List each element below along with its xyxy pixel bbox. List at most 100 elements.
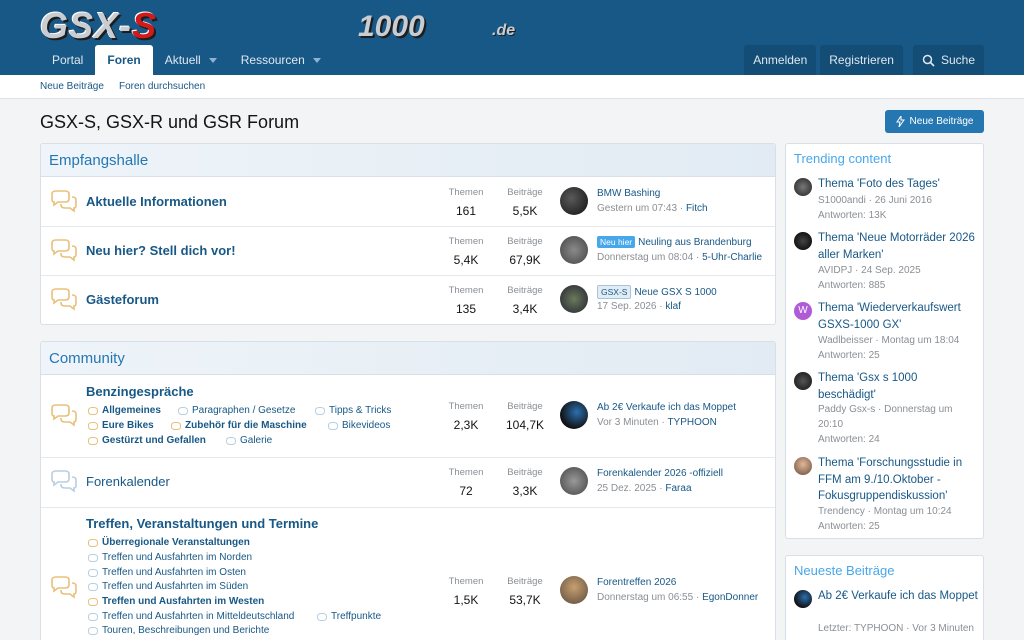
category-empfangshalle: Empfangshalle Aktuelle Informationen The…	[40, 143, 776, 325]
subforum-link[interactable]: Allgemeines	[88, 405, 161, 416]
subforum-link[interactable]: Galerie	[226, 435, 272, 446]
main-nav: Portal Foren Aktuell Ressourcen	[40, 45, 333, 75]
subforum-icon	[317, 612, 327, 621]
forum-title[interactable]: Benzingespräche	[86, 384, 194, 399]
trending-meta: S1000andi · 26 Juni 2016	[818, 195, 932, 206]
forum-title[interactable]: Treffen, Veranstaltungen und Termine	[86, 516, 318, 531]
chevron-down-icon[interactable]	[208, 57, 217, 63]
category-title[interactable]: Community	[41, 342, 775, 375]
category-title[interactable]: Empfangshalle	[41, 144, 775, 177]
subforum-icon	[88, 553, 98, 562]
forum-read-icon	[51, 576, 77, 599]
login-button[interactable]: Anmelden	[744, 45, 817, 75]
widget-title[interactable]: Trending content	[786, 144, 983, 172]
tab-portal[interactable]: Portal	[40, 45, 95, 75]
last-post-user[interactable]: klaf	[665, 301, 681, 312]
avatar[interactable]	[794, 372, 812, 390]
search-button[interactable]: Suche	[912, 45, 984, 75]
trending-replies: Antworten: 13K	[818, 210, 887, 221]
avatar[interactable]	[560, 467, 588, 495]
trending-title[interactable]: Thema 'Foto des Tages'	[818, 176, 978, 193]
avatar[interactable]	[560, 187, 588, 215]
threads-stat: Themen 135	[448, 285, 484, 316]
subforum-link[interactable]: Touren, Beschreibungen und Berichte	[88, 625, 269, 636]
last-post-user[interactable]: Faraa	[665, 483, 691, 494]
subforum-link[interactable]: Tipps & Tricks	[315, 405, 391, 416]
subforum-icon	[88, 597, 98, 606]
subforum-link[interactable]: Treffen und Ausfahrten im Westen	[88, 596, 264, 607]
subforum-link[interactable]: Treffen und Ausfahrten in Mitteldeutschl…	[88, 611, 294, 622]
posts-stat: Beiträge 104,7K	[505, 401, 545, 432]
avatar[interactable]	[794, 232, 812, 250]
last-post-title[interactable]: Neu hier Neuling aus Brandenburg	[597, 236, 752, 248]
forum-read-icon	[51, 404, 77, 427]
avatar[interactable]	[794, 590, 812, 608]
subforum-link[interactable]: Treffen und Ausfahrten im Norden	[88, 552, 252, 563]
forum-node: Aktuelle Informationen Themen 161 Beiträg…	[41, 178, 775, 227]
trending-title[interactable]: Thema 'Neue Motorräder 2026 aller Marken…	[818, 230, 978, 263]
last-post-title[interactable]: Forenkalender 2026 -offiziell	[597, 468, 723, 479]
tab-foren[interactable]: Foren	[95, 45, 153, 75]
latest-title[interactable]: Ab 2€ Verkaufe ich das Moppet	[818, 588, 978, 605]
latest-posts-widget: Neueste Beiträge Ab 2€ Verkaufe ich das …	[785, 555, 984, 640]
forum-title[interactable]: Forenkalender	[86, 474, 170, 489]
chevron-down-icon[interactable]	[312, 57, 321, 63]
subforum-icon	[88, 538, 98, 547]
avatar[interactable]	[794, 457, 812, 475]
trending-title[interactable]: Thema 'Wiederverkaufswert GSXS-1000 GX'	[818, 300, 978, 333]
subforum-link[interactable]: Treffen und Ausfahrten im Süden	[88, 581, 248, 592]
logo-text-number: 1000	[358, 10, 425, 43]
sub-nav: Neue Beiträge Foren durchsuchen	[0, 75, 1024, 99]
avatar[interactable]	[560, 285, 588, 313]
last-post-user[interactable]: TYPHOON	[667, 417, 716, 428]
last-post-meta: 17 Sep. 2026 · klaf	[597, 301, 681, 312]
subforum-link[interactable]: Treffen und Ausfahrten im Osten	[88, 567, 246, 578]
trending-title[interactable]: Thema 'Gsx s 1000 beschädigt'	[818, 370, 978, 403]
trending-replies: Antworten: 885	[818, 280, 886, 291]
subforum-link[interactable]: Zubehör für die Maschine	[171, 420, 307, 431]
avatar-letter[interactable]: W	[794, 302, 812, 320]
last-post-title[interactable]: GSX-S Neue GSX S 1000	[597, 285, 717, 299]
register-button[interactable]: Registrieren	[820, 45, 903, 75]
avatar[interactable]	[560, 401, 588, 429]
avatar[interactable]	[560, 236, 588, 264]
subforum-link[interactable]: Treffpunkte	[317, 611, 381, 622]
subforum-link[interactable]: Paragraphen / Gesetze	[178, 405, 295, 416]
threads-stat: Themen 1,5K	[448, 576, 484, 607]
last-post-meta: Vor 3 Minuten · TYPHOON	[597, 417, 717, 428]
site-logo[interactable]: GSX-S 1000 .de	[40, 5, 520, 46]
last-post-title[interactable]: BMW Bashing	[597, 188, 660, 199]
trending-meta: Wadlbeisser · Montag um 18:04	[818, 335, 960, 346]
forum-node: Benzingespräche Allgemeines Paragraphen …	[41, 376, 775, 458]
last-post-meta: 25 Dez. 2025 · Faraa	[597, 483, 692, 494]
tab-ressourcen[interactable]: Ressourcen	[229, 45, 333, 75]
trending-replies: Antworten: 24	[818, 434, 880, 445]
last-post-user[interactable]: EgonDonner	[702, 592, 758, 603]
last-post-user[interactable]: 5-Uhr-Charlie	[702, 252, 762, 263]
avatar[interactable]	[560, 576, 588, 604]
forum-title[interactable]: Gästeforum	[86, 292, 159, 307]
forum-title[interactable]: Aktuelle Informationen	[86, 194, 227, 209]
forum-node: Treffen, Veranstaltungen und Termine Übe…	[41, 508, 775, 640]
subforum-icon	[88, 436, 98, 445]
search-forums-link[interactable]: Foren durchsuchen	[119, 81, 205, 92]
last-post-title[interactable]: Forentreffen 2026	[597, 577, 676, 588]
forum-title[interactable]: Neu hier? Stell dich vor!	[86, 243, 236, 258]
trending-title[interactable]: Thema 'Forschungsstudie in FFM am 9./10.…	[818, 455, 978, 505]
avatar[interactable]	[794, 178, 812, 196]
new-posts-button[interactable]: Neue Beiträge	[885, 110, 984, 133]
posts-stat: Beiträge 3,4K	[507, 285, 543, 316]
subforum-link[interactable]: Eure Bikes	[88, 420, 154, 431]
widget-title[interactable]: Neueste Beiträge	[786, 556, 983, 584]
last-post-user[interactable]: Fitch	[686, 203, 708, 214]
tab-aktuell[interactable]: Aktuell	[153, 45, 229, 75]
forum-read-icon	[51, 470, 77, 493]
new-posts-link[interactable]: Neue Beiträge	[40, 81, 104, 92]
last-post-meta: Donnerstag um 06:55 · EgonDonner	[597, 592, 759, 603]
subforum-link[interactable]: Bikevideos	[328, 420, 390, 431]
subforum-link[interactable]: Gestürzt und Gefallen	[88, 435, 206, 446]
subforum-link[interactable]: Überregionale Veranstaltungen	[88, 537, 250, 548]
last-post-title[interactable]: Ab 2€ Verkaufe ich das Moppet	[597, 402, 736, 413]
forum-node: Gästeforum Themen 135 Beiträge 3,4K GSX-S N…	[41, 276, 775, 324]
subforum-icon	[226, 436, 236, 445]
